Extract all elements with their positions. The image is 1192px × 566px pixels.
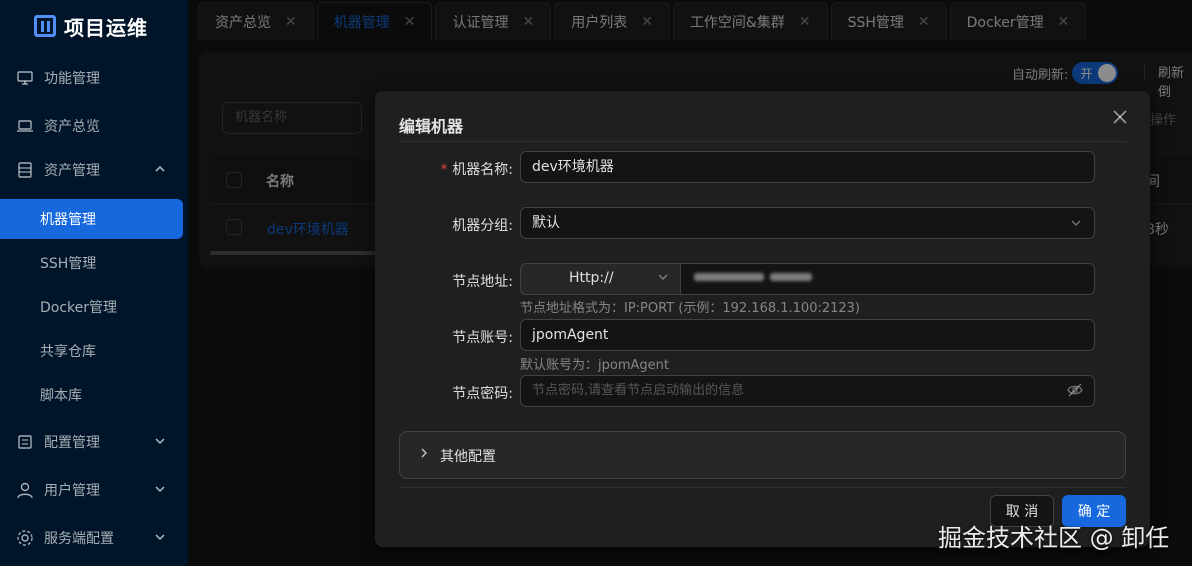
other-config-collapse[interactable] xyxy=(399,431,1126,479)
field-label: 机器名称: xyxy=(452,162,513,178)
node-account-label: 节点账号: xyxy=(452,330,513,346)
app-title: 项目运维 xyxy=(64,15,148,40)
chevron-down-icon xyxy=(154,483,166,498)
node-address-help: 节点地址格式为：IP:PORT (示例：192.168.1.100:2123) xyxy=(520,301,860,316)
select-value: 默认 xyxy=(532,215,560,231)
chevron-down-icon xyxy=(154,531,166,546)
menu-label: 资产管理 xyxy=(44,163,100,179)
logo-icon xyxy=(34,15,56,37)
machine-group-label: 机器分组: xyxy=(452,218,513,234)
menu-label: 服务端配置 xyxy=(44,531,114,547)
machine-name-label: * 机器名称: xyxy=(383,159,513,179)
sidebar: 项目运维 功能管理 资产总览 资产管理 机器管理 SSH管理 Docker管理 … xyxy=(0,0,188,566)
node-address-label: 节点地址: xyxy=(452,274,513,290)
gear-icon xyxy=(16,529,34,547)
user-icon xyxy=(16,481,34,499)
divider xyxy=(399,141,1126,142)
menu-label: 用户管理 xyxy=(44,483,100,499)
menu-user-management[interactable]: 用户管理 xyxy=(0,470,188,510)
sidebar-item-docker-management[interactable]: Docker管理 xyxy=(0,287,188,327)
protocol-value: Http:// xyxy=(569,270,614,286)
sidebar-item-ssh-management[interactable]: SSH管理 xyxy=(0,243,188,283)
menu-label: 配置管理 xyxy=(44,435,100,451)
menu-label: 资产总览 xyxy=(44,119,100,135)
menu-config-management[interactable]: 配置管理 xyxy=(0,422,188,462)
laptop-icon xyxy=(16,117,34,135)
menu-label: 功能管理 xyxy=(44,71,100,87)
required-mark: * xyxy=(439,162,449,178)
modal-title: 编辑机器 xyxy=(399,117,464,136)
redacted-address xyxy=(694,273,764,281)
eye-invisible-icon[interactable] xyxy=(1067,382,1083,402)
sidebar-item-script-library[interactable]: 脚本库 xyxy=(0,375,188,415)
chevron-down-icon xyxy=(657,271,669,286)
sidebar-item-shared-repo[interactable]: 共享仓库 xyxy=(0,331,188,371)
menu-asset-management[interactable]: 资产管理 xyxy=(0,150,188,190)
machine-name-field[interactable]: dev环境机器 xyxy=(520,151,1095,183)
node-account-help: 默认账号为：jpomAgent xyxy=(520,358,669,373)
watermark: 掘金技术社区 @ 卸任 xyxy=(938,524,1170,552)
menu-asset-overview[interactable]: 资产总览 xyxy=(0,106,188,146)
app-logo[interactable]: 项目运维 xyxy=(34,12,148,40)
chevron-right-icon xyxy=(418,446,430,463)
menu-server-config[interactable]: 服务端配置 xyxy=(0,518,188,558)
node-account-field[interactable]: jpomAgent xyxy=(520,319,1095,351)
sidebar-item-machine-management[interactable]: 机器管理 xyxy=(0,199,183,239)
menu-function-management[interactable]: 功能管理 xyxy=(0,58,188,98)
chevron-down-icon xyxy=(154,435,166,450)
divider xyxy=(399,487,1126,488)
chevron-up-icon xyxy=(154,163,166,178)
node-password-label: 节点密码: xyxy=(452,386,513,402)
chevron-down-icon xyxy=(1070,208,1082,249)
machine-group-select[interactable]: 默认 xyxy=(520,207,1095,239)
redacted-address xyxy=(770,273,812,281)
other-config-label: 其他配置 xyxy=(440,449,496,465)
node-password-field[interactable]: 节点密码,请查看节点启动输出的信息 xyxy=(520,375,1095,407)
close-icon[interactable] xyxy=(1112,106,1128,130)
settings-icon xyxy=(16,433,34,451)
database-icon xyxy=(16,161,34,179)
monitor-icon xyxy=(16,69,34,87)
